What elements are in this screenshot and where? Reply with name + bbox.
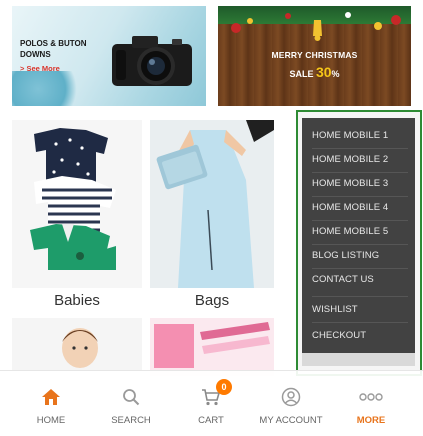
menu-divider — [312, 296, 408, 297]
sale-label: SALE — [289, 69, 314, 79]
dropdown-menu: HOME MOBILE 1 HOME MOBILE 2 HOME MOBILE … — [296, 110, 422, 376]
account-icon — [281, 387, 301, 407]
cart-count-badge: 0 — [216, 379, 232, 395]
menu-item-blog-listing[interactable]: BLOG LISTING — [312, 250, 379, 261]
menu-item-contact-us[interactable]: CONTACT US — [312, 274, 374, 285]
home-icon — [42, 389, 60, 405]
nav-label-my-account: MY ACCOUNT — [259, 415, 323, 426]
see-more-link[interactable]: > See More — [20, 64, 60, 73]
bottom-navigation: HOME SEARCH 0 CART MY ACCOUNT MORE — [0, 370, 423, 436]
nav-label-home: HOME — [36, 415, 66, 426]
sale-unit: % — [331, 69, 340, 79]
promo-title: POLOS & BUTON DOWNS — [20, 39, 87, 59]
menu-divider — [312, 244, 408, 245]
menu-divider — [312, 220, 408, 221]
water-splash-decoration — [12, 71, 86, 106]
accessories-image — [150, 318, 274, 376]
menu-item-home-mobile-4[interactable]: HOME MOBILE 4 — [312, 202, 388, 213]
ornaments-decoration — [231, 12, 401, 41]
nav-label-cart: CART — [198, 415, 224, 426]
menu-divider — [312, 322, 408, 323]
menu-item-home-mobile-5[interactable]: HOME MOBILE 5 — [312, 226, 388, 237]
camera-image — [112, 36, 192, 86]
nav-cart[interactable]: 0 CART — [172, 371, 250, 436]
menu-divider — [312, 268, 408, 269]
nav-label-search: SEARCH — [111, 415, 151, 426]
category-label: Babies — [54, 292, 100, 309]
menu-divider — [312, 148, 408, 149]
menu-item-home-mobile-1[interactable]: HOME MOBILE 1 — [312, 130, 388, 141]
menu-item-wishlist[interactable]: WISHLIST — [312, 304, 358, 315]
menu-divider — [312, 172, 408, 173]
category-tile-accessories[interactable] — [150, 318, 274, 376]
sale-percent: 30 — [315, 64, 332, 80]
category-label: Bags — [194, 292, 230, 309]
menu-item-home-mobile-3[interactable]: HOME MOBILE 3 — [312, 178, 388, 189]
search-icon — [123, 389, 140, 406]
bags-image — [150, 120, 274, 288]
category-tile-bags[interactable]: Bags — [150, 120, 274, 309]
nav-my-account[interactable]: MY ACCOUNT — [252, 371, 330, 436]
christmas-headline: MERRY CHRISTMAS — [271, 50, 358, 60]
category-tile-kids[interactable] — [12, 318, 142, 376]
nav-search[interactable]: SEARCH — [92, 371, 170, 436]
menu-panel: HOME MOBILE 1 HOME MOBILE 2 HOME MOBILE … — [302, 118, 415, 366]
promo-banner-polos[interactable]: POLOS & BUTON DOWNS > See More — [12, 6, 206, 106]
sale-text: SALE 30% — [218, 64, 411, 80]
nav-label-more: MORE — [356, 415, 386, 426]
nav-home[interactable]: HOME — [12, 371, 90, 436]
menu-footer-strip — [302, 353, 415, 366]
category-tile-babies[interactable]: Babies — [12, 120, 142, 309]
kid-image — [12, 318, 142, 376]
more-icon — [359, 393, 383, 401]
nav-more[interactable]: MORE — [332, 371, 410, 436]
menu-divider — [312, 196, 408, 197]
menu-item-checkout[interactable]: CHECKOUT — [312, 330, 366, 341]
baby-clothes-image — [12, 120, 142, 288]
promo-banner-christmas[interactable]: MERRY CHRISTMAS SALE 30% — [218, 6, 411, 106]
menu-item-home-mobile-2[interactable]: HOME MOBILE 2 — [312, 154, 388, 165]
